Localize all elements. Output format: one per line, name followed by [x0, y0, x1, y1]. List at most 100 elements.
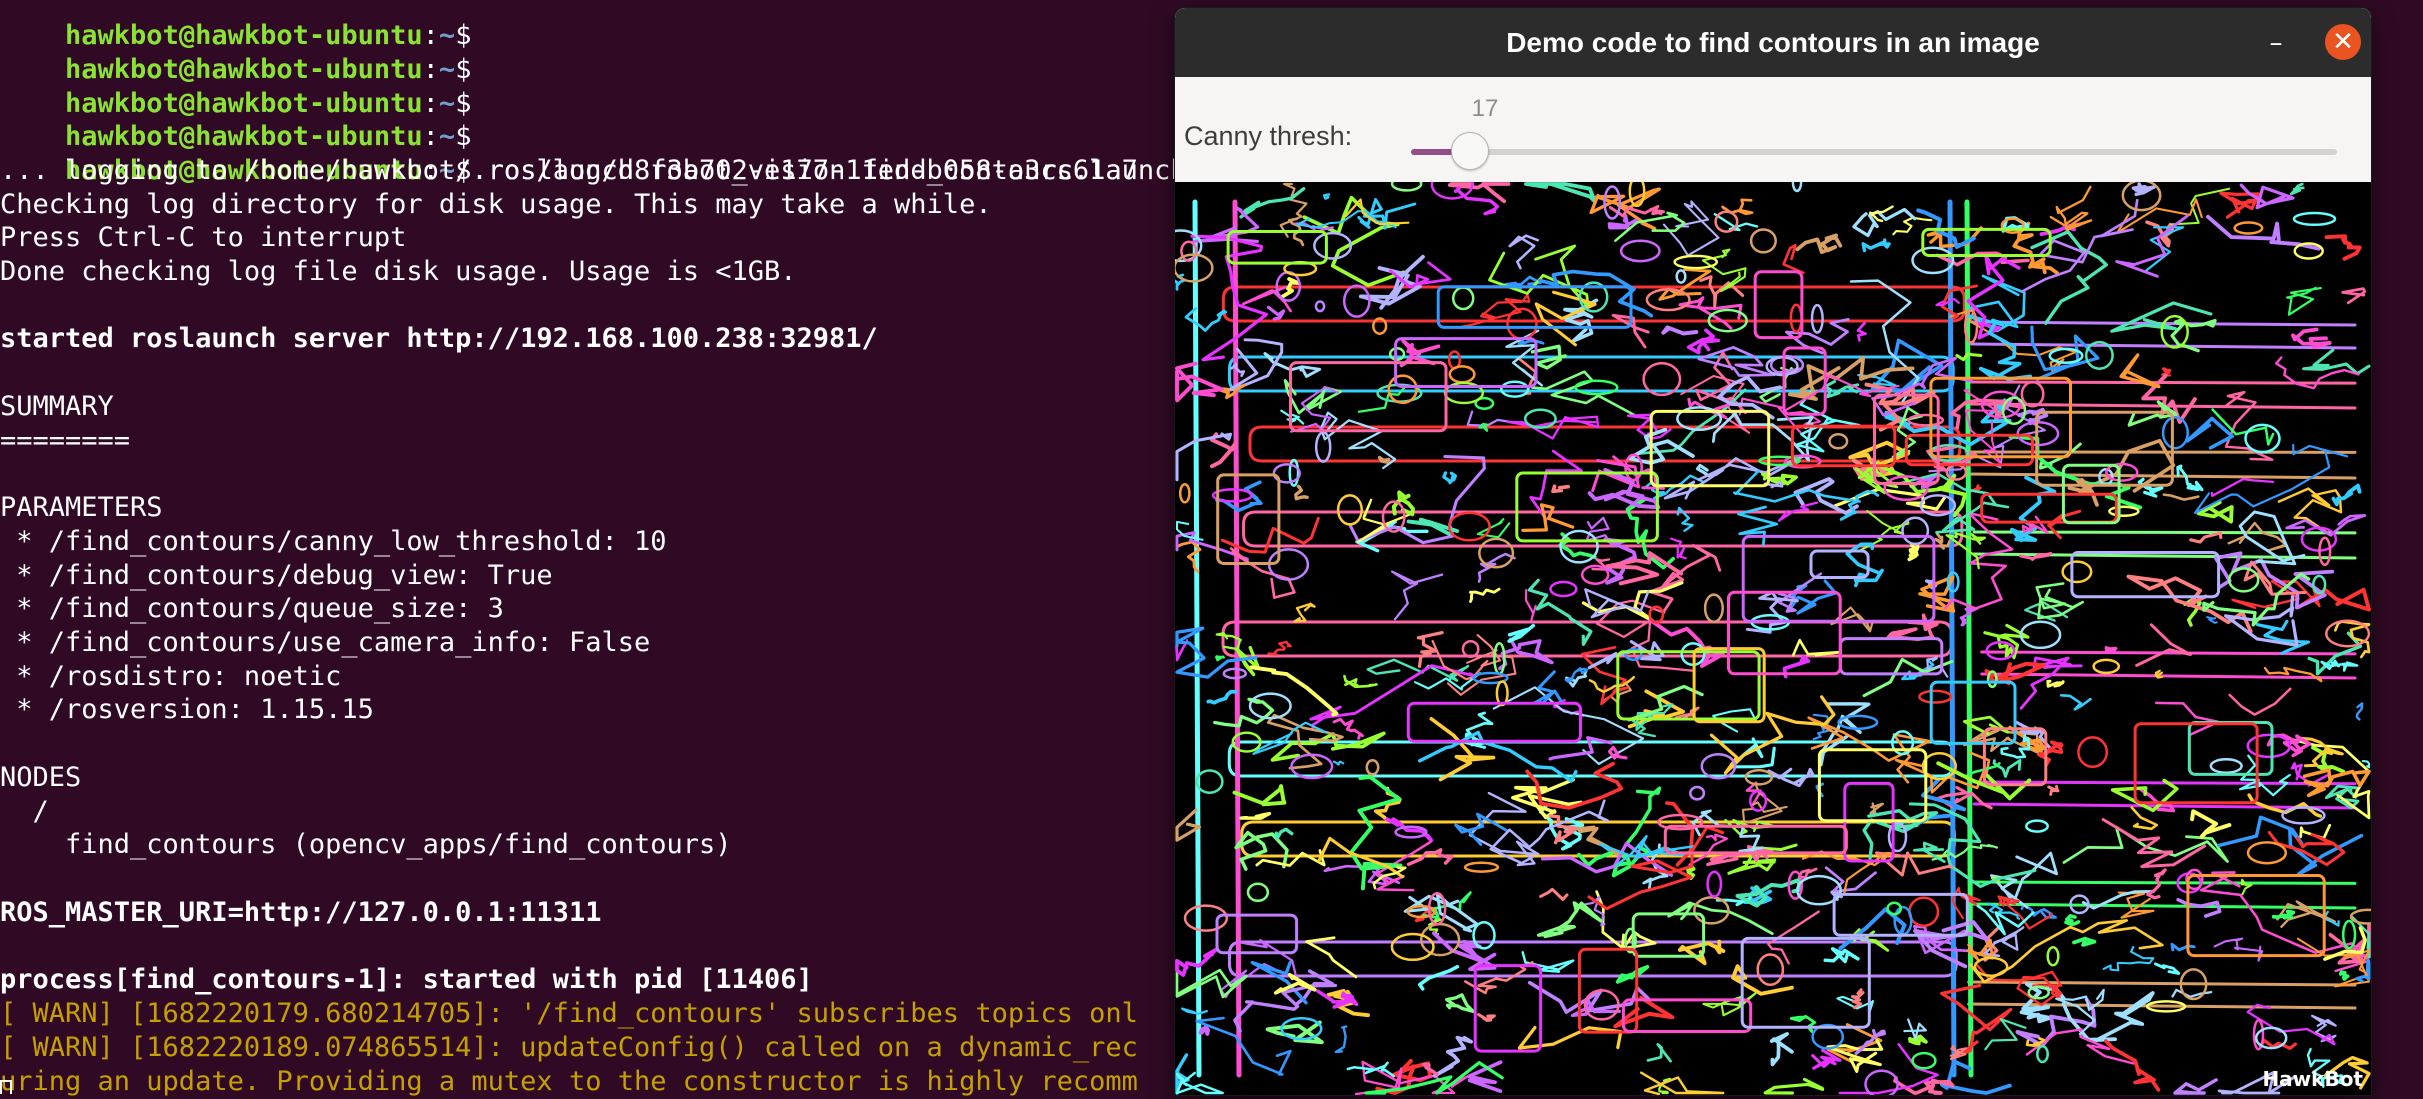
contour-line [1477, 1013, 1496, 1022]
contour-blob [1706, 870, 1723, 898]
contour-line [1763, 1077, 1825, 1095]
log-line: * /find_contours/use_camera_info: False [0, 627, 651, 658]
contour-line [1532, 670, 1563, 705]
contour-line [1184, 307, 1228, 332]
contour-line [1348, 455, 1486, 545]
contour-line [1782, 243, 1805, 275]
log-line: * /find_contours/canny_low_threshold: 10 [0, 526, 667, 557]
contour-line [1322, 193, 1331, 200]
contour-blob [2020, 380, 2045, 408]
contour-line [1936, 785, 1993, 810]
contour-blob [2036, 1044, 2049, 1064]
contour-line [2289, 182, 2305, 196]
canny-thresh-slider[interactable] [1411, 132, 2337, 170]
contour-blob [1908, 896, 1940, 928]
contour-line [1789, 1014, 1817, 1034]
contour-line [1390, 570, 1444, 621]
contour-box [1215, 913, 1299, 955]
contour-line [1507, 623, 1536, 643]
contour-line [1931, 843, 1999, 861]
close-button[interactable]: ✕ [2325, 24, 2361, 60]
contour-line [1239, 811, 1272, 820]
warn-line: [ WARN] [1682220179.680214705]: '/find_c… [0, 998, 1138, 1029]
slider-value: 17 [1471, 95, 1499, 122]
contour-blob [2061, 560, 2093, 584]
contour-line [2072, 936, 2097, 947]
contour-line [1418, 964, 1460, 991]
log-line: started roslaunch server http://192.168.… [0, 323, 878, 354]
contour-line [1903, 1018, 1927, 1040]
contour-line [2104, 646, 2118, 654]
contour-line [1210, 432, 1238, 469]
contour-line [2170, 942, 2196, 952]
contour-blob [1689, 785, 1706, 801]
log-line: process[find_contours-1]: started with p… [0, 964, 813, 995]
contour-line [1497, 637, 1554, 671]
window-titlebar[interactable]: Demo code to find contours in an image –… [1175, 8, 2371, 77]
log-line: Done checking log file disk usage. Usage… [0, 256, 797, 287]
contour-line [2190, 809, 2232, 839]
command-line: hawkbot@hawkbot-ubuntu:~$ roslaunch robo… [0, 120, 1187, 186]
contour-blob [1619, 239, 1661, 263]
contour-line [1886, 613, 1939, 641]
contour-line [1711, 412, 1814, 462]
contour-line [2302, 348, 2371, 376]
contour-line [1861, 238, 1891, 253]
contour-line [1670, 537, 1687, 560]
contour-line [2206, 616, 2218, 624]
contour-image: HawkBot [1175, 182, 2371, 1095]
contour-blob [2349, 908, 2371, 925]
contour-line [1517, 339, 1545, 346]
contour-line [2131, 182, 2156, 197]
contour-line [2210, 477, 2275, 497]
contour-box [1616, 650, 1761, 721]
contour-line [1521, 951, 1575, 973]
prompt-line: hawkbot@hawkbot-ubuntu:~$ [0, 86, 471, 152]
contour-line [2064, 914, 2081, 927]
contour-box [1226, 230, 1328, 265]
contour-image-svg [1175, 182, 2371, 1095]
contour-blob [1810, 303, 1824, 334]
prompt-line: hawkbot@hawkbot-ubuntu:~$ [0, 53, 471, 119]
contour-line [2154, 669, 2164, 679]
log-line: ... logging to /home/hawkbot/.ros/log/d8… [0, 155, 1138, 186]
contour-line [1521, 503, 1575, 533]
contour-blob [1675, 269, 1687, 284]
contour-line [2061, 991, 2155, 1042]
contour-line [1239, 187, 1306, 219]
contour-blob [1365, 758, 1380, 776]
contour-line [2046, 679, 2065, 688]
contour-line [2286, 286, 2322, 316]
contour-blob [1314, 300, 1326, 313]
minimize-button[interactable]: – [2259, 26, 2293, 60]
log-line: ROS_MASTER_URI=http://127.0.0.1:11311 [0, 897, 602, 928]
contour-blob [1178, 483, 1191, 504]
log-line: / [0, 796, 49, 827]
contour-line [2162, 493, 2200, 501]
contour-line [2104, 1039, 2161, 1092]
contour-blob [1183, 904, 1229, 932]
contour-line [1431, 931, 1497, 972]
contour-line [1476, 518, 1511, 539]
contour-line [1525, 761, 1624, 810]
contour-line [1445, 993, 1475, 1014]
contour-line [1791, 638, 1843, 657]
contour-box [1740, 936, 1871, 1029]
contour-blob [2246, 841, 2288, 865]
contour-blob [1506, 307, 1538, 341]
contour-line [1294, 484, 1309, 501]
contour-blob [1195, 769, 1224, 794]
contour-blob [2161, 415, 2189, 450]
contour-line [1293, 602, 1316, 623]
log-line: ======== [0, 425, 131, 456]
contour-line [1192, 199, 1202, 1078]
slider-handle[interactable] [1451, 132, 1489, 170]
contour-line [2213, 937, 2264, 962]
log-line: * /rosversion: 1.15.15 [0, 694, 374, 725]
contour-line [1249, 665, 1339, 717]
contour-blob [2233, 221, 2264, 235]
contour-blob [1448, 365, 1476, 384]
contour-line [2059, 693, 2092, 711]
contour-line [2102, 945, 2155, 972]
contour-blob [1837, 714, 1879, 730]
